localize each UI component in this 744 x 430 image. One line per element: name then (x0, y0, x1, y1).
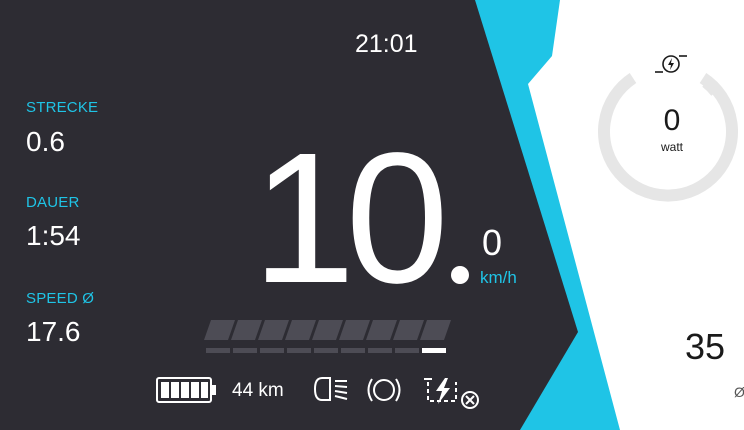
charging-disabled-icon (424, 378, 479, 409)
assist-underline (206, 348, 230, 353)
duration-label: DAUER (26, 194, 80, 211)
assist-segment (339, 320, 370, 340)
power-unit: watt (660, 140, 683, 154)
assist-underline (233, 348, 257, 353)
assist-segment (204, 320, 235, 340)
assist-level-indicator (422, 348, 446, 353)
avg-speed-value: 17.6 (26, 316, 81, 347)
distance-value: 0.6 (26, 126, 65, 157)
clock: 21:01 (355, 30, 418, 58)
assist-underline (314, 348, 338, 353)
assist-underline (368, 348, 392, 353)
assist-segment (312, 320, 343, 340)
cadence-avg-symbol: Ø (734, 384, 744, 400)
assist-segment (393, 320, 424, 340)
brake-icon (367, 378, 401, 402)
speed-unit: km/h (480, 268, 517, 287)
range-value: 44 km (232, 380, 284, 401)
assist-segment (285, 320, 316, 340)
distance-label: STRECKE (26, 99, 99, 116)
headlight-icon (313, 377, 348, 401)
assist-segment (366, 320, 397, 340)
speed-decimal: 0 (482, 222, 503, 263)
speed-decimal-point (451, 266, 469, 284)
duration-value: 1:54 (26, 220, 81, 251)
cadence-value: 35 (685, 326, 726, 367)
speed-integer: 10 (252, 115, 449, 322)
motor-icon (655, 55, 687, 73)
assist-segment (231, 320, 262, 340)
avg-speed-label: SPEED Ø (26, 290, 95, 307)
assist-segment (258, 320, 289, 340)
assist-underline (260, 348, 284, 353)
battery-icon (156, 377, 216, 403)
assist-underline (395, 348, 419, 353)
assist-underline (341, 348, 365, 353)
power-value: 0 (663, 104, 681, 137)
assist-level-bar (204, 320, 451, 353)
assist-underline (287, 348, 311, 353)
